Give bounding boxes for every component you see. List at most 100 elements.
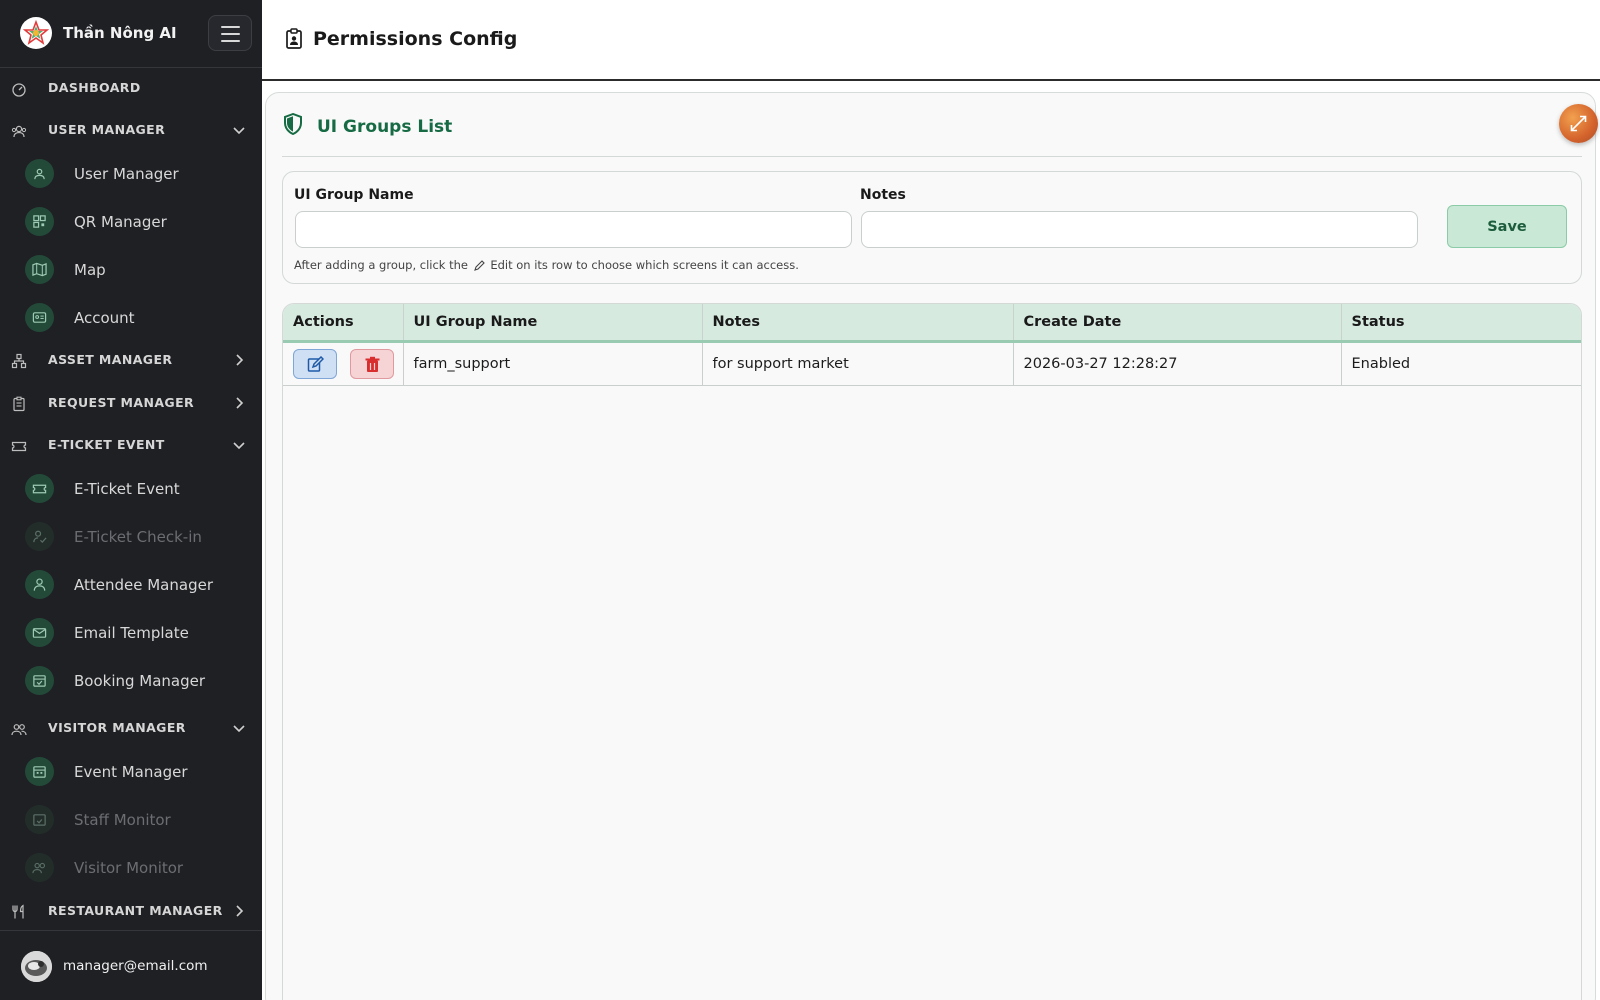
- hint-text-after: Edit on its row to choose which screens …: [490, 258, 799, 272]
- pencil-icon: [473, 260, 485, 271]
- sidebar-item-label: Email Template: [74, 624, 189, 642]
- expand-button[interactable]: [1559, 104, 1598, 143]
- sidebar-item-attendee-manager[interactable]: Attendee Manager: [0, 563, 262, 607]
- sidebar-item-visitor-monitor[interactable]: Visitor Monitor: [0, 846, 262, 890]
- sidebar-item-email-template[interactable]: Email Template: [0, 611, 262, 655]
- card-header: UI Groups List: [282, 93, 1598, 157]
- sidebar-item-qr-manager[interactable]: QR Manager: [0, 200, 262, 244]
- sidebar-item-label: Attendee Manager: [74, 576, 213, 594]
- save-button[interactable]: Save: [1447, 205, 1567, 248]
- sidebar-section-visitor-manager[interactable]: VISITOR MANAGER: [0, 708, 262, 748]
- column-header[interactable]: Actions: [283, 304, 404, 343]
- users-icon: [11, 125, 27, 138]
- sidebar-item-label: E-Ticket Check-in: [74, 528, 202, 546]
- sidebar-item-eticket-event[interactable]: E-Ticket Event: [0, 467, 262, 511]
- group-name-label: UI Group Name: [294, 187, 414, 203]
- brand: Thần Nông AI: [0, 0, 262, 68]
- sidebar-section-dashboard[interactable]: DASHBOARD: [0, 68, 262, 108]
- sidebar-item-label: Account: [74, 309, 135, 327]
- sidebar-section-label: E-TICKET EVENT: [48, 437, 165, 452]
- sidebar-item-label: User Manager: [74, 165, 179, 183]
- ticket-icon: [25, 474, 54, 503]
- sidebar-item-staff-monitor[interactable]: Staff Monitor: [0, 798, 262, 842]
- hierarchy-icon: [11, 353, 27, 369]
- avatar[interactable]: [21, 951, 52, 982]
- edit-button[interactable]: [293, 348, 337, 379]
- sidebar-item-label: QR Manager: [74, 213, 167, 231]
- user-profile[interactable]: manager@email.com: [0, 930, 262, 1000]
- form-hint: After adding a group, click the Edit on …: [294, 258, 799, 272]
- hamburger-menu-icon[interactable]: [208, 15, 252, 51]
- sidebar-section-label: RESTAURANT MANAGER: [48, 903, 223, 918]
- calendar-check-icon: [25, 805, 54, 834]
- sidebar-item-map[interactable]: Map: [0, 248, 262, 292]
- sidebar-item-label: Map: [74, 261, 106, 279]
- table-row: farm_support for support market 2026-03-…: [283, 341, 1581, 386]
- utensils-icon: [12, 904, 24, 919]
- trash-icon: [365, 356, 380, 372]
- sidebar-item-label: Booking Manager: [74, 672, 206, 690]
- sidebar-item-booking-manager[interactable]: Booking Manager: [0, 659, 262, 703]
- ticket-icon: [11, 441, 27, 452]
- people-icon: [11, 724, 27, 736]
- sidebar: Thần Nông AI DASHBOARD USER MANAGER User…: [0, 0, 262, 1000]
- shield-icon: [284, 113, 302, 135]
- sidebar-item-account[interactable]: Account: [0, 296, 262, 340]
- user-email: manager@email.com: [63, 958, 208, 974]
- column-header[interactable]: Notes: [702, 304, 1014, 343]
- people-icon: [25, 853, 54, 882]
- chevron-down-icon: [233, 442, 245, 450]
- page-header: Permissions Config: [262, 0, 1600, 81]
- delete-button[interactable]: [349, 348, 394, 379]
- sidebar-item-label: E-Ticket Event: [74, 480, 180, 498]
- clipboard-person-icon: [286, 28, 302, 49]
- envelope-icon: [25, 618, 54, 647]
- chevron-down-icon: [233, 127, 245, 135]
- chevron-right-icon: [236, 354, 244, 366]
- sidebar-item-label: Staff Monitor: [74, 811, 171, 829]
- calendar-check-icon: [25, 666, 54, 695]
- column-header[interactable]: Create Date: [1013, 304, 1342, 343]
- status-cell: Enabled: [1341, 341, 1581, 386]
- brand-logo[interactable]: [20, 17, 52, 49]
- brand-name: Thần Nông AI: [63, 24, 177, 42]
- sidebar-section-eticket-event[interactable]: E-TICKET EVENT: [0, 425, 262, 465]
- card-title: UI Groups List: [317, 117, 453, 137]
- map-icon: [25, 255, 54, 284]
- sidebar-item-eticket-checkin[interactable]: E-Ticket Check-in: [0, 515, 262, 559]
- sidebar-section-restaurant-manager[interactable]: RESTAURANT MANAGER: [0, 891, 262, 931]
- column-header[interactable]: Status: [1341, 304, 1581, 343]
- row-actions: [283, 341, 404, 386]
- id-card-icon: [25, 303, 54, 332]
- sidebar-section-asset-manager[interactable]: ASSET MANAGER: [0, 340, 262, 380]
- sidebar-item-label: Visitor Monitor: [74, 859, 184, 877]
- notes-input[interactable]: [861, 211, 1418, 248]
- sidebar-item-label: Event Manager: [74, 763, 188, 781]
- edit-icon: [307, 355, 324, 372]
- dashboard-icon: [12, 83, 26, 97]
- chevron-down-icon: [233, 725, 245, 733]
- ui-groups-card: UI Groups List UI Group Name Notes Save …: [265, 92, 1598, 1000]
- sidebar-section-label: USER MANAGER: [48, 122, 166, 137]
- hint-text-before: After adding a group, click the: [294, 258, 468, 272]
- create-date-cell: 2026-03-27 12:28:27: [1013, 341, 1342, 386]
- notes-label: Notes: [860, 187, 906, 203]
- chevron-right-icon: [236, 397, 244, 409]
- sidebar-item-event-manager[interactable]: Event Manager: [0, 750, 262, 794]
- add-group-form: UI Group Name Notes Save After adding a …: [282, 171, 1582, 284]
- chevron-right-icon: [236, 905, 244, 917]
- sidebar-section-user-manager[interactable]: USER MANAGER: [0, 110, 262, 150]
- group-name-input[interactable]: [295, 211, 852, 248]
- page-title: Permissions Config: [313, 28, 518, 50]
- sidebar-section-label: REQUEST MANAGER: [48, 395, 195, 410]
- sidebar-item-user-manager[interactable]: User Manager: [0, 152, 262, 196]
- notes-cell: for support market: [702, 341, 1014, 386]
- column-header[interactable]: UI Group Name: [403, 304, 703, 343]
- sidebar-section-request-manager[interactable]: REQUEST MANAGER: [0, 383, 262, 423]
- table-header-row: Actions UI Group Name Notes Create Date …: [283, 304, 1581, 343]
- group-name-cell: farm_support: [403, 341, 703, 386]
- users-icon: [25, 159, 54, 188]
- ui-groups-table: Actions UI Group Name Notes Create Date …: [282, 303, 1582, 1000]
- sidebar-section-label: ASSET MANAGER: [48, 352, 173, 367]
- sidebar-section-label: DASHBOARD: [48, 80, 141, 95]
